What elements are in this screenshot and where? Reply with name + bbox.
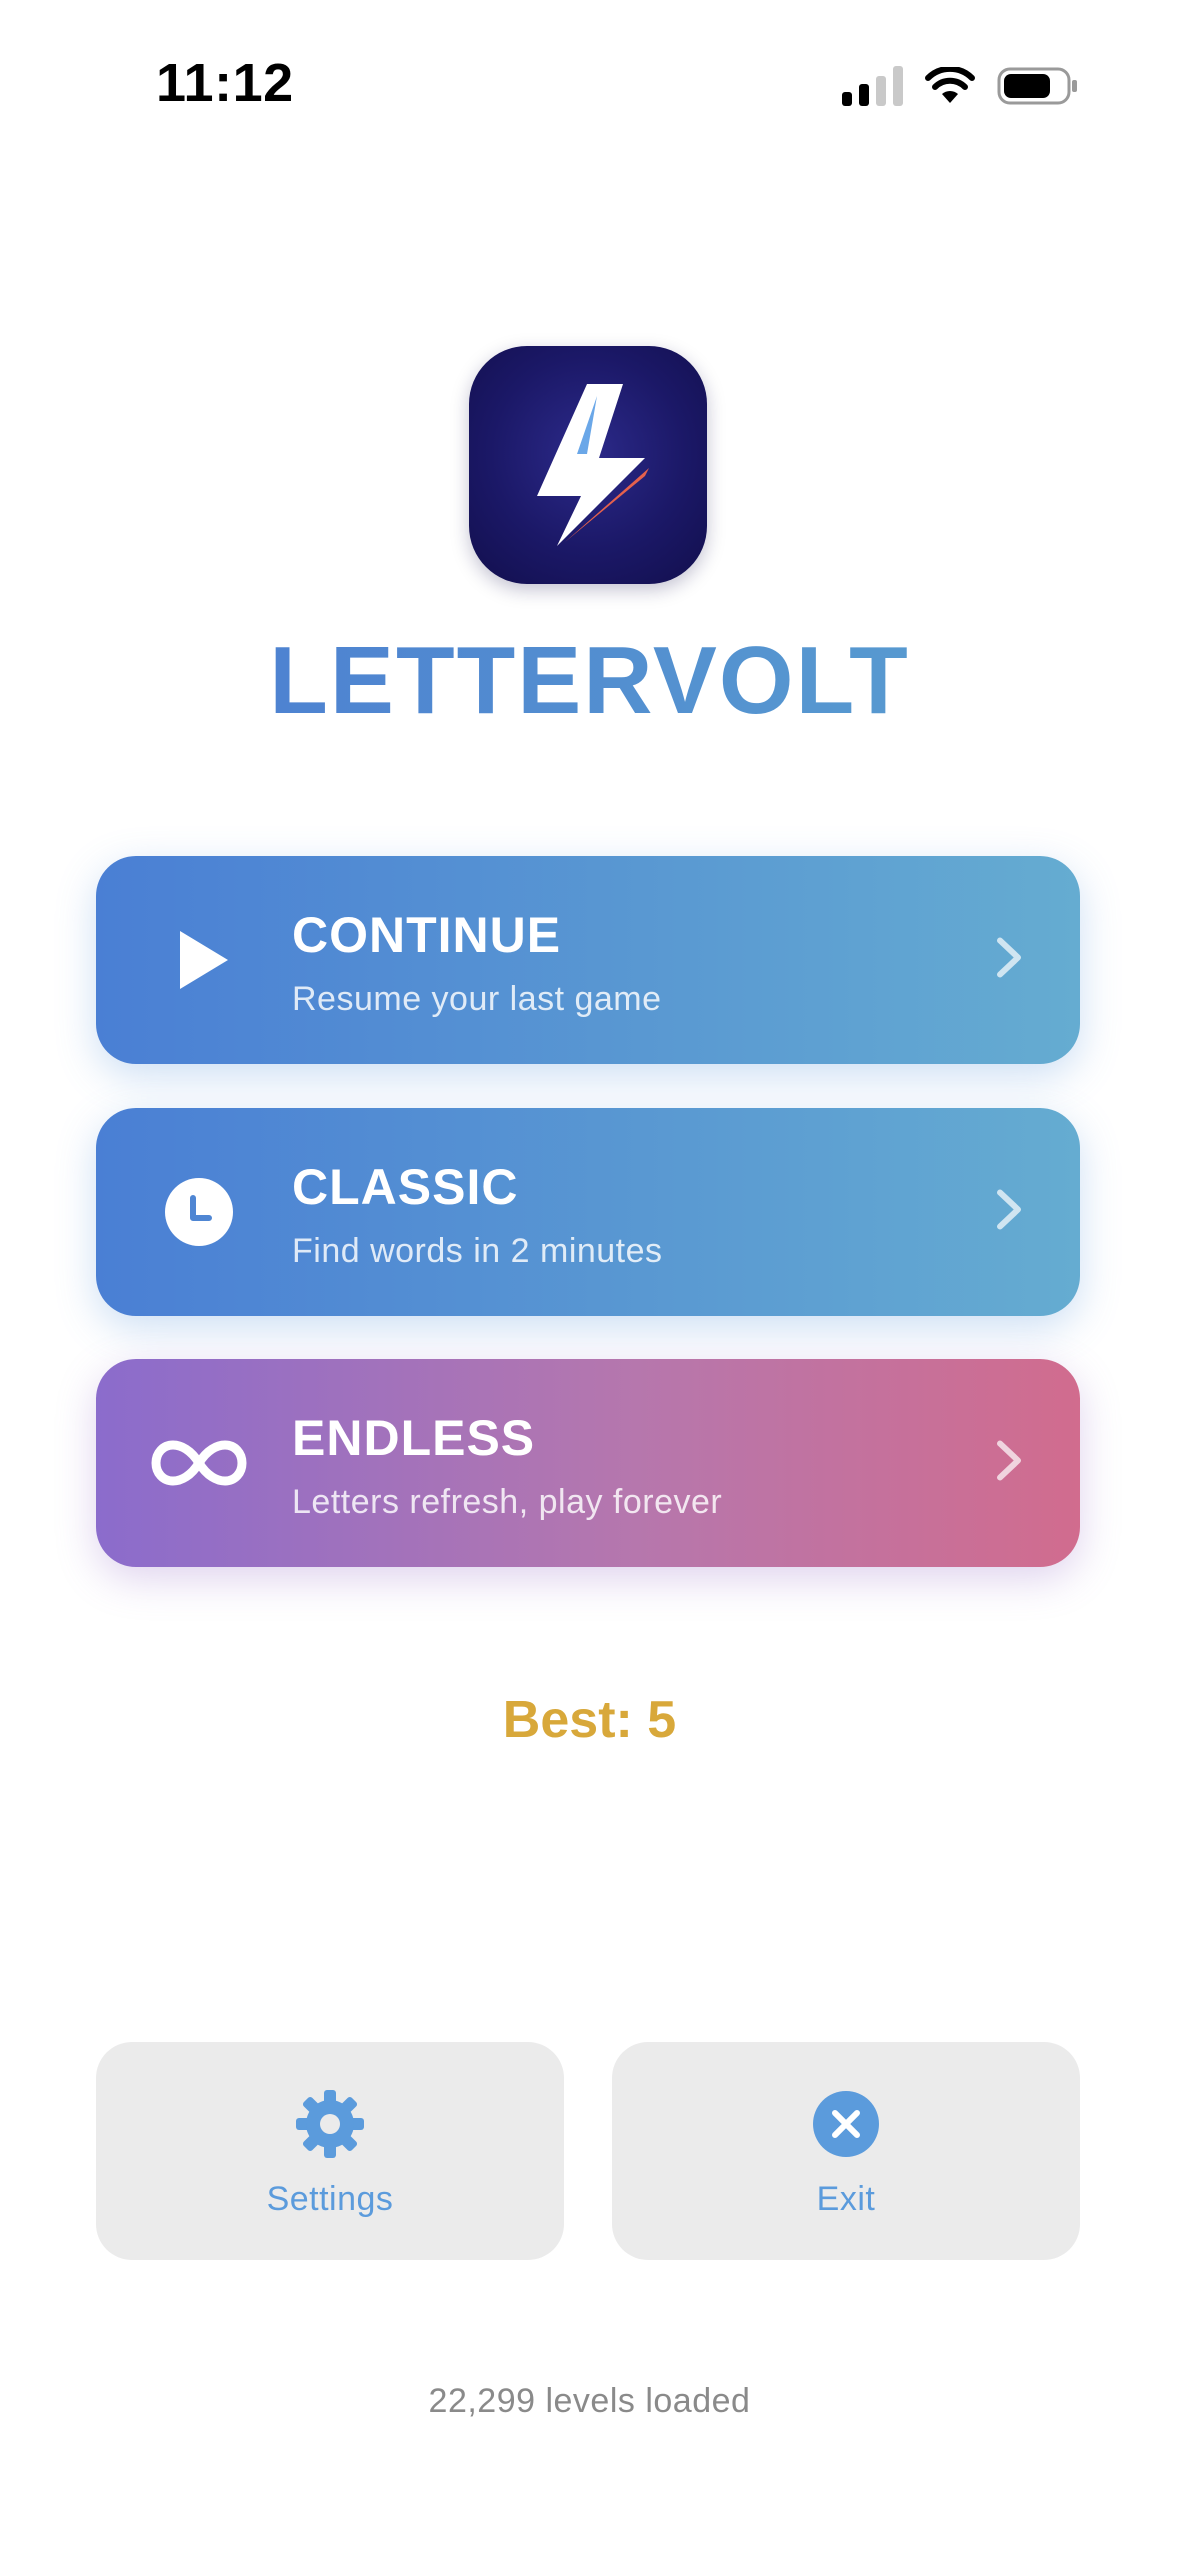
mode-subtitle: Resume your last game — [292, 980, 662, 1018]
settings-button[interactable]: Settings — [96, 2042, 564, 2260]
wifi-icon — [925, 67, 975, 103]
status-time: 11:12 — [156, 53, 294, 113]
status-icons — [842, 62, 1079, 110]
settings-label: Settings — [266, 2180, 394, 2218]
exit-button[interactable]: Exit — [612, 2042, 1080, 2260]
chevron-right-icon — [994, 1438, 1024, 1489]
classic-button[interactable]: CLASSIC Find words in 2 minutes — [96, 1108, 1080, 1316]
mode-subtitle: Letters refresh, play forever — [292, 1483, 723, 1521]
app-logo — [469, 346, 707, 584]
best-score: Best: 5 — [502, 1691, 677, 1749]
mode-subtitle: Find words in 2 minutes — [292, 1232, 663, 1270]
gear-icon — [296, 2090, 364, 2158]
cellular-signal-icon — [842, 66, 903, 106]
battery-icon — [997, 67, 1077, 105]
mode-title: CONTINUE — [292, 907, 562, 963]
levels-loaded-text: 22,299 levels loaded — [428, 2382, 751, 2420]
clock-icon — [144, 1157, 254, 1267]
exit-label: Exit — [816, 2180, 876, 2218]
main-menu-screen: 11:12 LETTERVOLT CONTINUE Resume your la… — [0, 0, 1179, 2556]
mode-title: ENDLESS — [292, 1410, 536, 1466]
play-icon — [144, 905, 254, 1015]
close-icon — [813, 2091, 879, 2157]
endless-button[interactable]: ENDLESS Letters refresh, play forever — [96, 1359, 1080, 1567]
chevron-right-icon — [994, 935, 1024, 986]
continue-button[interactable]: CONTINUE Resume your last game — [96, 856, 1080, 1064]
infinity-icon — [144, 1408, 254, 1518]
chevron-right-icon — [994, 1187, 1024, 1238]
lightning-bolt-icon — [537, 384, 649, 546]
app-title: LETTERVOLT — [0, 626, 1179, 736]
mode-title: CLASSIC — [292, 1159, 519, 1215]
